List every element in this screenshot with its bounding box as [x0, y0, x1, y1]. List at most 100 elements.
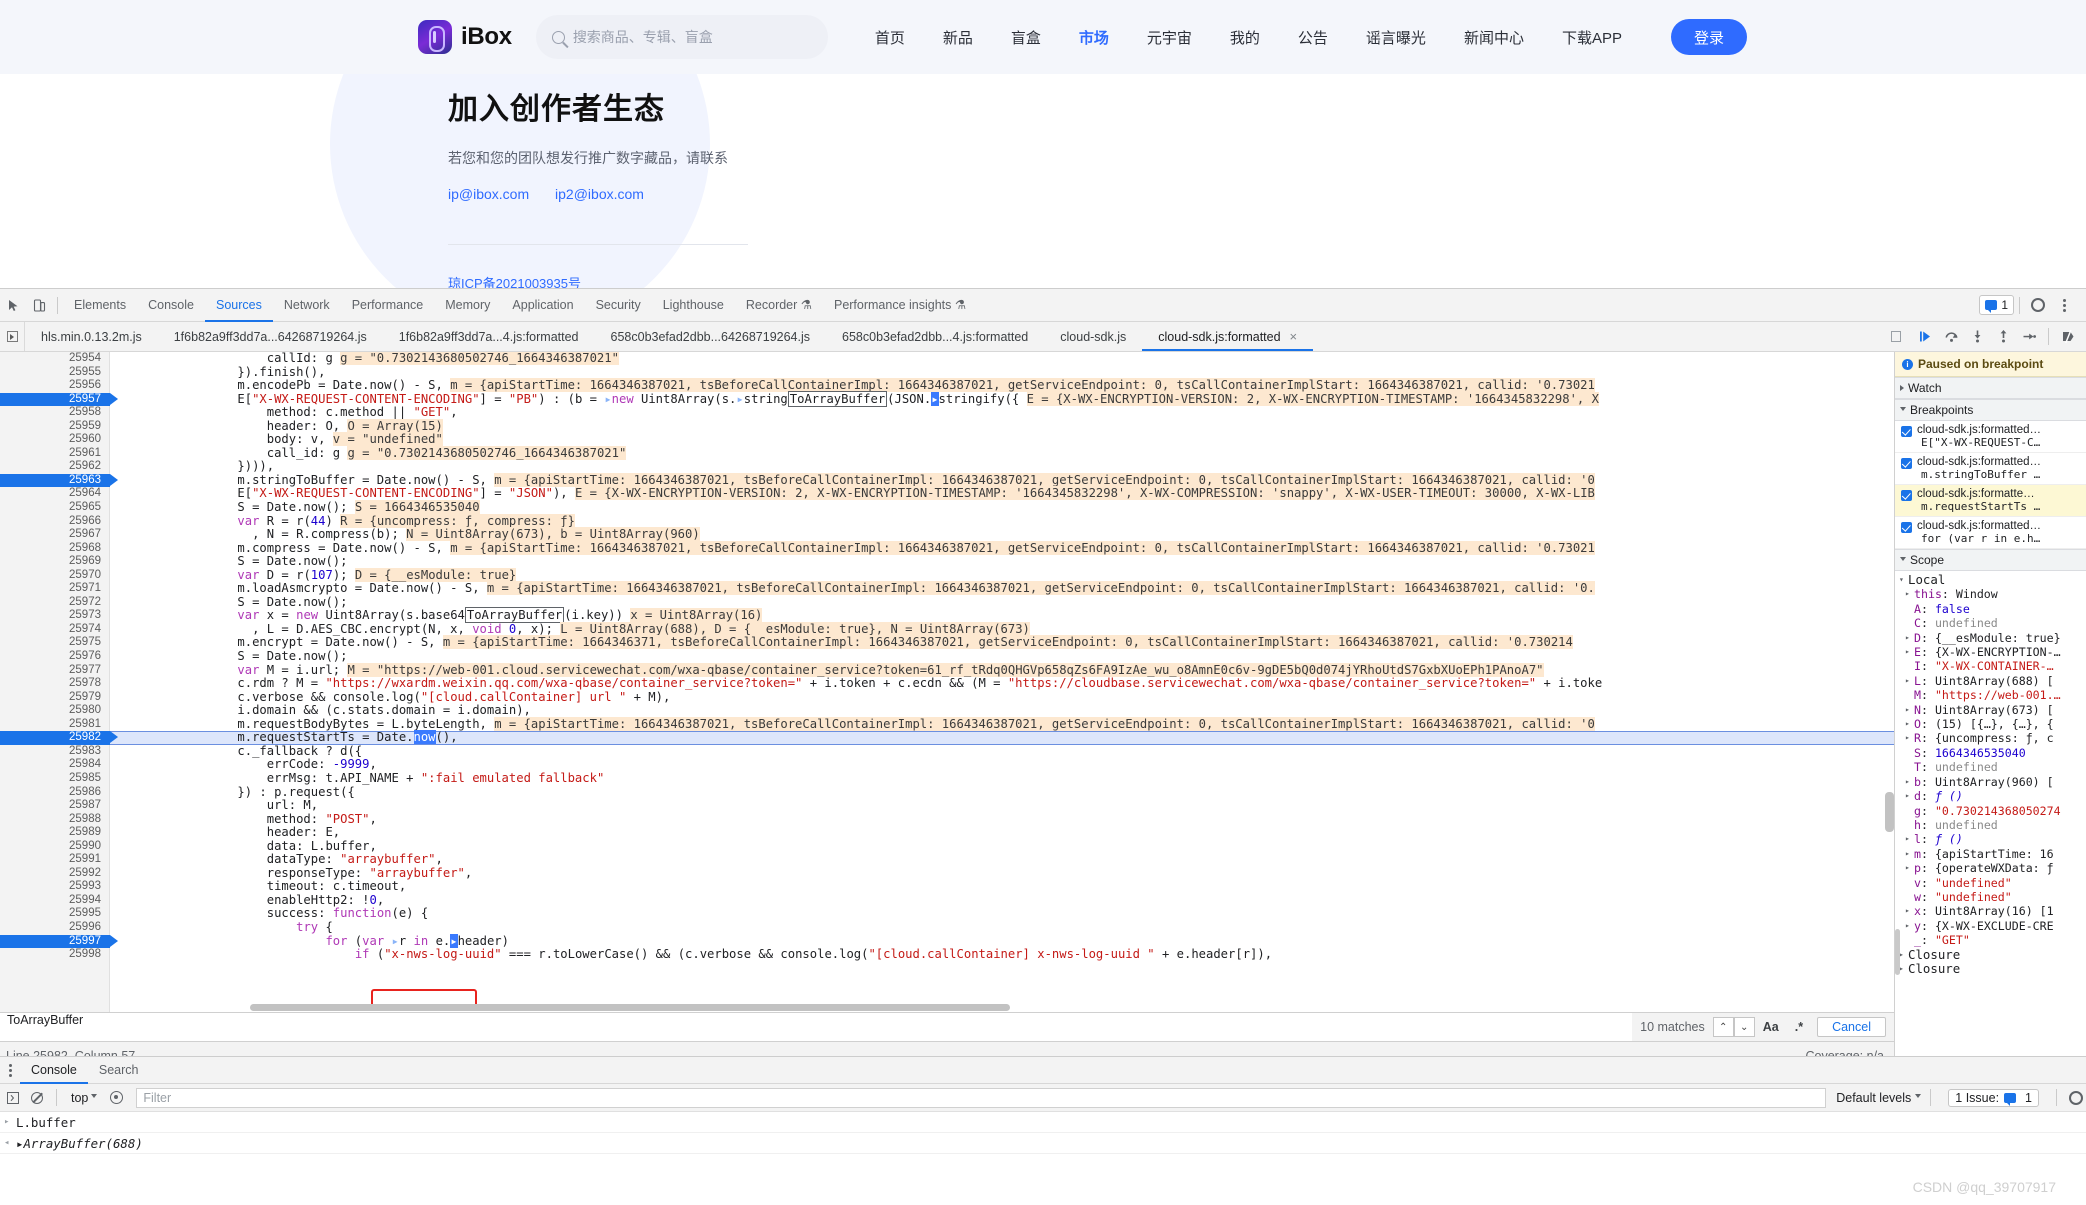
line-number[interactable]: 25974	[0, 623, 110, 637]
code-line[interactable]: 25957 E["X-WX-REQUEST-CONTENT-ENCODING"]…	[0, 390, 1894, 407]
site-nav-link-7[interactable]: 谣言曝光	[1366, 27, 1426, 48]
code-line[interactable]: 25983 c._fallback ? d({	[0, 744, 1894, 759]
settings-gear-icon[interactable]	[2025, 292, 2051, 318]
live-expression-icon[interactable]	[106, 1088, 126, 1108]
find-match-case-button[interactable]: Aa	[1755, 1020, 1787, 1034]
code-line[interactable]: 25969 S = Date.now();	[0, 555, 1894, 569]
panel-tab-console[interactable]: Console	[137, 289, 205, 322]
scope-variable-row[interactable]: h: undefined	[1895, 818, 2086, 832]
scope-variable-row[interactable]: ▸ b: Uint8Array(960) [	[1895, 775, 2086, 789]
find-input[interactable]: ToArrayBuffer	[0, 1013, 1633, 1041]
panel-tab-elements[interactable]: Elements	[63, 289, 137, 322]
site-nav-link-5[interactable]: 我的	[1230, 27, 1260, 48]
clear-console-icon[interactable]	[27, 1088, 47, 1108]
line-number[interactable]: 25988	[0, 813, 110, 827]
code-line[interactable]: 25955 }).finish(),	[0, 365, 1894, 380]
code-line[interactable]: 25998 if ("x-nws-log-uuid" === r.toLower…	[0, 947, 1894, 962]
line-number[interactable]: 25997	[0, 934, 118, 949]
line-number[interactable]: 25985	[0, 772, 110, 786]
code-line[interactable]: 25978 c.rdm ? M = "https://wxardm.weixin…	[0, 676, 1894, 691]
scope-variable-row[interactable]: M: "https://web-001.…	[1895, 688, 2086, 702]
sidebar-scrollbar[interactable]	[1895, 929, 1900, 975]
scope-variable-row[interactable]: C: undefined	[1895, 616, 2086, 630]
code-line[interactable]: 25962 }))),	[0, 460, 1894, 474]
line-number[interactable]: 25963	[0, 473, 118, 488]
scope-variable-row[interactable]: _: "GET"	[1895, 933, 2086, 947]
panel-tab-performance[interactable]: Performance	[341, 289, 435, 322]
panel-tab-recorder[interactable]: Recorder ⚗	[735, 289, 823, 322]
scope-variable-row[interactable]: ▸ l: ƒ ()	[1895, 832, 2086, 846]
scope-variable-row[interactable]: ▸ E: {X-WX-ENCRYPTION-…	[1895, 645, 2086, 659]
line-number[interactable]: 25967	[0, 528, 110, 542]
code-line[interactable]: 25981 m.requestBodyBytes = L.byteLength,…	[0, 716, 1894, 732]
site-nav-link-2[interactable]: 盲盒	[1011, 27, 1041, 48]
code-line[interactable]: 25960 body: v, v = "undefined"	[0, 432, 1894, 447]
breakpoint-item[interactable]: cloud-sdk.js:formatted… m.stringToBuffer …	[1895, 453, 2086, 485]
line-number[interactable]: 25954	[0, 352, 110, 366]
breakpoints-section-header[interactable]: Breakpoints	[1895, 399, 2086, 421]
code-line[interactable]: 25997 for (var ▸r in e.▸header)	[0, 933, 1894, 949]
panel-tab-lighthouse[interactable]: Lighthouse	[652, 289, 735, 322]
line-number[interactable]: 25960	[0, 433, 110, 447]
find-next-button[interactable]: ⌄	[1733, 1017, 1755, 1037]
login-button[interactable]: 登录	[1670, 19, 1747, 55]
console-filter-input[interactable]: Filter	[136, 1087, 1827, 1108]
site-nav-link-9[interactable]: 下载APP	[1562, 27, 1622, 48]
line-number[interactable]: 25962	[0, 460, 110, 474]
console-message-text[interactable]: ▸ArrayBuffer(688)	[16, 1136, 143, 1151]
code-line[interactable]: 25994 enableHttp2: !0,	[0, 893, 1894, 908]
line-number[interactable]: 25994	[0, 894, 110, 908]
code-line[interactable]: 25959 header: O, O = Array(15)	[0, 418, 1894, 434]
scope-variable-row[interactable]: ▸ p: {operateWXData: ƒ	[1895, 861, 2086, 875]
editor-horizontal-scrollbar[interactable]	[110, 1003, 1894, 1012]
line-number[interactable]: 25978	[0, 677, 110, 691]
scope-section-header[interactable]: Scope	[1895, 549, 2086, 571]
file-tab-3[interactable]: 658c0b3efad2dbb...64268719264.js	[595, 322, 827, 351]
code-line[interactable]: 25980 i.domain && (c.stats.domain = i.do…	[0, 704, 1894, 718]
site-nav-link-3[interactable]: 市场	[1079, 27, 1109, 48]
code-line[interactable]: 25991 dataType: "arraybuffer",	[0, 852, 1894, 867]
site-nav-link-1[interactable]: 新品	[943, 27, 973, 48]
line-number[interactable]: 25966	[0, 515, 110, 529]
line-number[interactable]: 25972	[0, 596, 110, 610]
step-out-icon[interactable]	[1991, 325, 2015, 349]
breakpoint-checkbox[interactable]	[1901, 522, 1912, 533]
line-number[interactable]: 25977	[0, 664, 110, 678]
line-number[interactable]: 25981	[0, 718, 110, 732]
console-settings-gear-icon[interactable]	[2066, 1088, 2086, 1108]
scope-variable-row[interactable]: ▸ x: Uint8Array(16) [1	[1895, 904, 2086, 918]
console-log-levels[interactable]: Default levels	[1836, 1091, 1922, 1105]
line-number[interactable]: 25957	[0, 392, 118, 407]
scope-variable-row[interactable]: ▸ d: ƒ ()	[1895, 789, 2086, 803]
site-nav-link-4[interactable]: 元宇宙	[1147, 27, 1192, 48]
code-line[interactable]: 25975 m.encrypt = Date.now() - S, m = {a…	[0, 635, 1894, 650]
drawer-tab-search[interactable]: Search	[88, 1057, 150, 1084]
file-tab-0[interactable]: hls.min.0.13.2m.js	[25, 322, 158, 351]
code-line[interactable]: 25967 , N = R.compress(b); N = Uint8Arra…	[0, 527, 1894, 542]
file-tab-1[interactable]: 1f6b82a9ff3dd7a...64268719264.js	[158, 322, 383, 351]
drawer-tab-console[interactable]: Console	[20, 1057, 88, 1084]
scope-variable-row[interactable]: ▸ R: {uncompress: ƒ, c	[1895, 731, 2086, 745]
scope-variable-row[interactable]: ▸ this: Window	[1895, 587, 2086, 601]
code-line[interactable]: 25995 success: function(e) {	[0, 907, 1894, 921]
line-number[interactable]: 25976	[0, 650, 110, 664]
code-line[interactable]: 25974 , L = D.AES_CBC.encrypt(N, x, void…	[0, 621, 1894, 637]
line-number[interactable]: 25975	[0, 636, 110, 650]
scope-variable-row[interactable]: S: 1664346535040	[1895, 746, 2086, 760]
more-options-icon[interactable]	[2051, 292, 2077, 318]
line-number[interactable]: 25982	[0, 731, 118, 745]
code-line[interactable]: 25963 m.stringToBuffer = Date.now() - S,…	[0, 472, 1894, 488]
scope-variable-row[interactable]: w: "undefined"	[1895, 890, 2086, 904]
code-line[interactable]: 25966 var R = r(44) R = {uncompress: ƒ, …	[0, 513, 1894, 529]
deactivate-breakpoints-icon[interactable]	[2056, 325, 2080, 349]
line-number[interactable]: 25970	[0, 569, 110, 583]
show-navigator-icon[interactable]	[0, 322, 25, 351]
line-number[interactable]: 25959	[0, 420, 110, 434]
line-number[interactable]: 25961	[0, 447, 110, 461]
line-number[interactable]: 25955	[0, 366, 110, 380]
console-context-selector[interactable]: top	[66, 1091, 102, 1105]
code-line[interactable]: 25977 var M = i.url; M = "https://web-00…	[0, 662, 1894, 678]
line-number[interactable]: 25964	[0, 487, 110, 501]
line-number[interactable]: 25958	[0, 406, 110, 420]
code-line[interactable]: 25989 header: E,	[0, 826, 1894, 840]
